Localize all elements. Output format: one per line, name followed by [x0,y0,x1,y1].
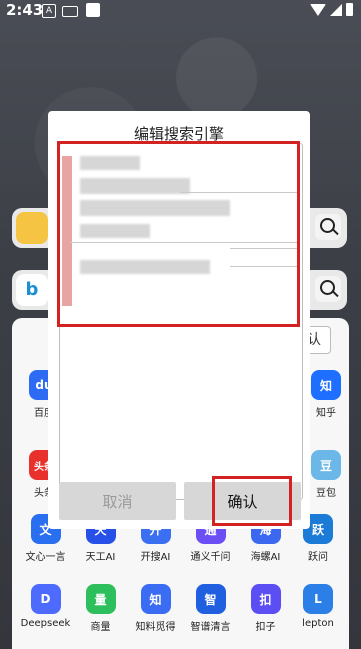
zhiliao-icon: 知 [140,584,171,614]
app-label: 扣子 [255,622,276,633]
status-right-icons [310,3,353,16]
notification-a-icon: A [42,4,56,18]
app-label: 知料觅得 [135,622,176,633]
search-icon[interactable] [315,276,341,302]
signal-icon [330,3,342,16]
app-label: 跃问 [308,552,328,563]
shangliang-icon: 量 [85,584,116,614]
battery-icon [346,3,353,16]
app-label: 智谱清言 [190,622,231,633]
deepseek-icon: D [30,584,61,614]
app-label: 豆包 [316,488,336,499]
app-label: 商量 [90,622,111,633]
dialog-button-bar: 取消 确认 [59,482,301,520]
kouzi-icon: 扣 [250,584,281,614]
divider-line [230,248,300,249]
wifi-icon [310,3,326,16]
app-label: 开搜AI [140,552,171,563]
app-label: 天工AI [85,552,116,563]
app-label: 知乎 [316,408,336,419]
app-notification-icon [86,3,100,17]
divider-line [70,242,300,243]
redacted-content [80,200,230,216]
divider-line [180,192,300,193]
confirm-button[interactable]: 确认 [184,482,301,520]
redacted-content [80,224,150,238]
engine-edit-textarea[interactable] [59,143,303,500]
app-lepton[interactable]: L lepton [293,584,343,633]
dialog-title: 编辑搜索引擎 [133,125,224,143]
redacted-content [80,156,140,170]
doubao-icon: 豆 [311,450,341,480]
search-icon[interactable] [315,214,341,240]
app-label: 海螺AI [250,552,281,563]
app-logo-icon [16,212,48,244]
zhipu-icon: 智 [195,584,226,614]
edit-search-engine-dialog: 编辑搜索引擎 取消 确认 [48,111,310,529]
status-time: 2:43 [6,1,44,19]
app-label: 文心一言 [25,552,66,563]
cancel-button[interactable]: 取消 [59,482,176,520]
app-label: 通义千问 [190,552,231,563]
redacted-content [62,156,72,306]
status-bar: 2:43 A [0,0,361,24]
bing-logo-icon: b [16,274,48,306]
redacted-content [80,260,210,274]
app-kouzi[interactable]: 扣 扣子 [238,584,293,633]
app-label: Deepseek [20,618,71,629]
redacted-content [80,178,190,194]
app-zhiliao[interactable]: 知 知料觅得 [128,584,183,633]
divider-line [230,266,300,267]
keyboard-icon [62,6,78,17]
app-shangliang[interactable]: 量 商量 [73,584,128,633]
app-zhipu[interactable]: 智 智谱清言 [183,584,238,633]
lepton-icon: L [303,584,333,614]
app-deepseek[interactable]: D Deepseek [18,584,73,633]
app-label: lepton [302,618,334,629]
zhihu-icon: 知 [311,370,341,400]
